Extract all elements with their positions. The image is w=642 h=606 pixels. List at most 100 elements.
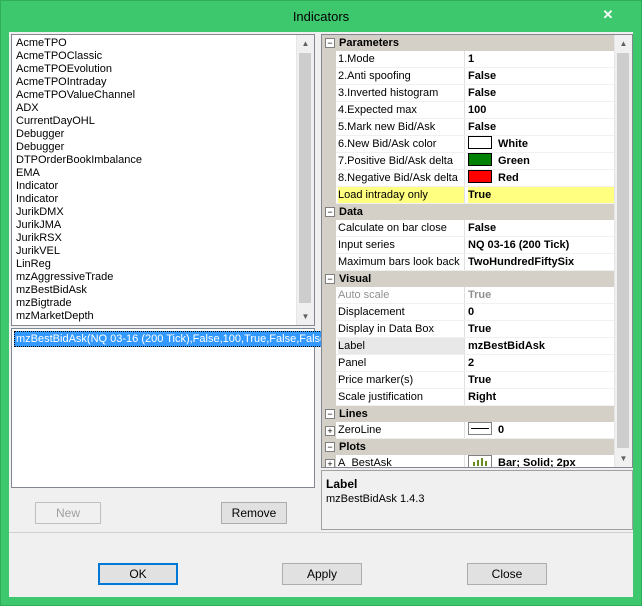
property-row[interactable]: Panel 2 (322, 355, 614, 372)
list-item[interactable]: DTPOrderBookImbalance (14, 154, 296, 167)
list-item[interactable]: Indicator (14, 180, 296, 193)
category-visual[interactable]: − Visual (322, 271, 614, 287)
category-data[interactable]: − Data (322, 204, 614, 220)
property-row[interactable]: 1.Mode 1 (322, 51, 614, 68)
apply-button[interactable]: Apply (282, 563, 362, 585)
scroll-up-icon[interactable]: ▲ (615, 35, 632, 52)
collapse-icon[interactable]: − (325, 274, 335, 284)
list-item[interactable]: mzAggressiveTrade (14, 271, 296, 284)
property-value[interactable]: 1 (468, 51, 614, 67)
property-value[interactable]: 0 (468, 422, 614, 438)
expand-icon[interactable]: + (325, 426, 335, 436)
scroll-down-icon[interactable]: ▼ (297, 308, 314, 325)
property-row[interactable]: + A_BestAsk Bar; Solid; 2px (322, 455, 614, 467)
property-value[interactable]: False (468, 68, 614, 84)
property-grid-scrollbar[interactable]: ▲ ▼ (614, 35, 632, 467)
property-row[interactable]: Price marker(s) True (322, 372, 614, 389)
list-item[interactable]: JurikJMA (14, 219, 296, 232)
property-value[interactable]: 100 (468, 102, 614, 118)
property-value[interactable]: 2 (468, 355, 614, 371)
property-row[interactable]: Input series NQ 03-16 (200 Tick) (322, 237, 614, 254)
property-row[interactable]: Auto scale True (322, 287, 614, 304)
scroll-up-icon[interactable]: ▲ (297, 35, 314, 52)
property-name: Load intraday only (338, 187, 465, 203)
list-item[interactable]: Debugger (14, 128, 296, 141)
list-item[interactable]: Debugger (14, 141, 296, 154)
property-name: Input series (338, 237, 465, 253)
title-bar[interactable]: Indicators ✕ (1, 1, 641, 31)
property-row[interactable]: Scale justification Right (322, 389, 614, 406)
list-item[interactable]: CurrentDayOHL (14, 115, 296, 128)
property-row[interactable]: 5.Mark new Bid/Ask False (322, 119, 614, 136)
list-item[interactable]: AcmeTPOEvolution (14, 63, 296, 76)
expand-icon[interactable]: + (325, 459, 335, 467)
property-row[interactable]: Label mzBestBidAsk (322, 338, 614, 355)
collapse-icon[interactable]: − (325, 409, 335, 419)
property-value[interactable]: mzBestBidAsk (468, 338, 614, 354)
property-row[interactable]: 3.Inverted histogram False (322, 85, 614, 102)
close-icon[interactable]: ✕ (597, 5, 619, 25)
list-item[interactable]: EMA (14, 167, 296, 180)
remove-button[interactable]: Remove (221, 502, 287, 524)
property-row[interactable]: Calculate on bar close False (322, 220, 614, 237)
category-parameters[interactable]: − Parameters (322, 35, 614, 51)
list-item[interactable]: Indicator (14, 193, 296, 206)
list-item[interactable]: mzMarketDepth (14, 310, 296, 323)
property-row[interactable]: + ZeroLine 0 (322, 422, 614, 439)
property-value[interactable]: True (468, 372, 614, 388)
list-item[interactable]: AcmeTPOIntraday (14, 76, 296, 89)
scroll-thumb[interactable] (299, 53, 311, 303)
ok-button[interactable]: OK (98, 563, 178, 585)
scroll-thumb[interactable] (617, 53, 629, 448)
property-row[interactable]: Displacement 0 (322, 304, 614, 321)
indicator-list[interactable]: AcmeTPO AcmeTPOClassic AcmeTPOEvolution Acm… (11, 34, 315, 326)
category-plots[interactable]: − Plots (322, 439, 614, 455)
list-item[interactable]: AcmeTPOValueChannel (14, 89, 296, 102)
property-row[interactable]: Load intraday only True (322, 187, 614, 204)
close-button[interactable]: Close (467, 563, 547, 585)
collapse-icon[interactable]: − (325, 207, 335, 217)
property-row[interactable]: 4.Expected max 100 (322, 102, 614, 119)
list-item[interactable]: mzBigtrade (14, 297, 296, 310)
scroll-down-icon[interactable]: ▼ (615, 450, 632, 467)
indicator-list-scrollbar[interactable]: ▲ ▼ (296, 35, 314, 325)
property-row[interactable]: Display in Data Box True (322, 321, 614, 338)
collapse-icon[interactable]: − (325, 442, 335, 452)
property-value[interactable]: True (468, 287, 614, 303)
property-value[interactable]: Right (468, 389, 614, 405)
property-value[interactable]: White (468, 136, 614, 152)
property-grid[interactable]: − Parameters 1.Mode 1 2.Anti spoofing False 3.… (321, 34, 633, 468)
property-value[interactable]: NQ 03-16 (200 Tick) (468, 237, 614, 253)
property-value[interactable]: False (468, 220, 614, 236)
applied-indicators-list[interactable]: mzBestBidAsk(NQ 03-16 (200 Tick),False,1… (11, 328, 329, 488)
list-item[interactable]: JurikRSX (14, 232, 296, 245)
property-value[interactable]: False (468, 85, 614, 101)
new-button[interactable]: New (35, 502, 101, 524)
list-item[interactable]: mzBestBidAsk (14, 284, 296, 297)
property-value[interactable]: False (468, 119, 614, 135)
property-value[interactable]: Green (468, 153, 614, 169)
list-item[interactable]: JurikVEL (14, 245, 296, 258)
list-item[interactable]: AcmeTPO (14, 37, 296, 50)
property-value-text: NQ 03-16 (200 Tick) (468, 239, 570, 251)
property-value[interactable]: Red (468, 170, 614, 186)
list-item[interactable]: AcmeTPOClassic (14, 50, 296, 63)
category-lines[interactable]: − Lines (322, 406, 614, 422)
collapse-icon[interactable]: − (325, 38, 335, 48)
property-row[interactable]: 7.Positive Bid/Ask delta Green (322, 153, 614, 170)
applied-indicator-item[interactable]: mzBestBidAsk(NQ 03-16 (200 Tick),False,1… (14, 331, 329, 347)
property-value[interactable]: Bar; Solid; 2px (468, 455, 614, 467)
property-row[interactable]: Maximum bars look back TwoHundredFiftySix (322, 254, 614, 271)
property-value[interactable]: True (468, 187, 614, 203)
row-gutter (322, 68, 336, 85)
property-row[interactable]: 2.Anti spoofing False (322, 68, 614, 85)
property-value[interactable]: 0 (468, 304, 614, 320)
property-row[interactable]: 6.New Bid/Ask color White (322, 136, 614, 153)
list-item[interactable]: ADX (14, 102, 296, 115)
property-value-text: 1 (468, 53, 475, 65)
list-item[interactable]: JurikDMX (14, 206, 296, 219)
list-item[interactable]: LinReg (14, 258, 296, 271)
property-row[interactable]: 8.Negative Bid/Ask delta Red (322, 170, 614, 187)
property-value[interactable]: True (468, 321, 614, 337)
property-value[interactable]: TwoHundredFiftySix (468, 254, 614, 270)
